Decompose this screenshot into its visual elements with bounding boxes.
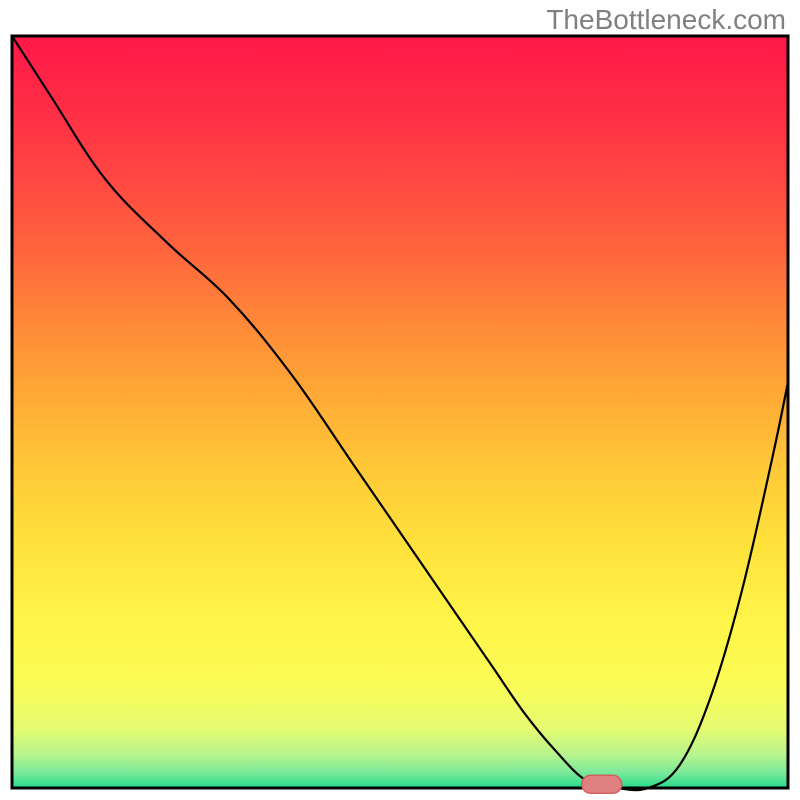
bottleneck-chart (0, 0, 800, 800)
watermark-text: TheBottleneck.com (546, 4, 786, 36)
optimal-marker (582, 775, 622, 793)
plot-background (12, 36, 788, 788)
chart-container: TheBottleneck.com (0, 0, 800, 800)
